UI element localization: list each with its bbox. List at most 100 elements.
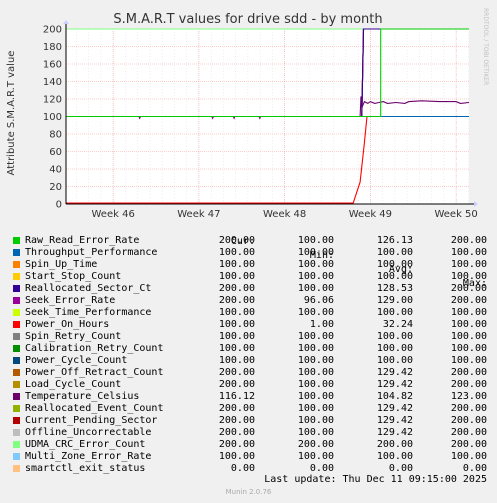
legend-cur: 0.00 bbox=[230, 463, 255, 474]
legend-swatch bbox=[13, 285, 20, 292]
legend-swatch bbox=[13, 273, 20, 280]
legend-cur: 100.00 bbox=[218, 343, 255, 354]
legend-cur: 100.00 bbox=[218, 451, 255, 462]
legend-avg: 129.00 bbox=[376, 295, 413, 306]
legend-max: 100.00 bbox=[450, 331, 487, 342]
legend-cur: 100.00 bbox=[218, 307, 255, 318]
legend-max: 100.00 bbox=[450, 451, 487, 462]
y-tick-label: 180 bbox=[43, 42, 62, 53]
legend-max: 200.00 bbox=[450, 379, 487, 390]
legend-series-name: Seek_Error_Rate bbox=[25, 295, 116, 306]
legend-swatch bbox=[13, 261, 20, 268]
y-tick-label: 140 bbox=[43, 77, 62, 88]
legend-series-name: Offline_Uncorrectable bbox=[25, 427, 152, 438]
legend-series-name: Calibration_Retry_Count bbox=[25, 343, 164, 354]
legend-swatch bbox=[13, 345, 20, 352]
y-tick-label: 60 bbox=[49, 147, 62, 158]
legend-swatch bbox=[13, 393, 20, 400]
y-tick-label: 20 bbox=[49, 182, 62, 193]
y-tick-label: 0 bbox=[56, 200, 62, 211]
legend-min: 100.00 bbox=[297, 283, 334, 294]
y-tick-label: 40 bbox=[49, 165, 62, 176]
legend-max: 100.00 bbox=[450, 307, 487, 318]
legend-max: 100.00 bbox=[450, 259, 487, 270]
legend-min: 100.00 bbox=[297, 247, 334, 258]
legend-cur: 100.00 bbox=[218, 247, 255, 258]
legend-min: 200.00 bbox=[297, 439, 334, 450]
legend-avg: 126.13 bbox=[376, 235, 413, 246]
legend-row: Temperature_Celsius 116.12 100.00 104.82 123… bbox=[12, 391, 488, 403]
legend-series-name: Raw_Read_Error_Rate bbox=[25, 235, 140, 246]
x-tick-label: Week 47 bbox=[177, 209, 220, 218]
legend-swatch bbox=[13, 309, 20, 316]
legend-swatch bbox=[13, 441, 20, 448]
legend-series-name: Multi_Zone_Error_Rate bbox=[25, 451, 152, 462]
legend-avg: 100.00 bbox=[376, 331, 413, 342]
legend-series-name: Spin_Up_Time bbox=[25, 259, 98, 270]
legend-avg: 100.00 bbox=[376, 271, 413, 282]
legend-row: UDMA_CRC_Error_Count 200.00 200.00 200.00 20… bbox=[12, 439, 488, 451]
legend-min: 1.00 bbox=[309, 319, 334, 330]
y-ticks: 0 20 40 60 80 100 120 140 160 180 200 bbox=[43, 25, 62, 211]
legend-swatch bbox=[13, 417, 20, 424]
y-tick-label: 160 bbox=[43, 60, 62, 71]
legend-row: Calibration_Retry_Count 100.00 100.00 100.0… bbox=[12, 343, 488, 355]
legend-min: 100.00 bbox=[297, 235, 334, 246]
footer: Munin 2.0.76 bbox=[225, 488, 272, 496]
legend-avg: 104.82 bbox=[376, 391, 413, 402]
legend-max: 200.00 bbox=[450, 403, 487, 414]
x-tick-label: Week 50 bbox=[434, 209, 477, 218]
legend-series-name: Current_Pending_Sector bbox=[25, 415, 158, 426]
legend-series-name: Reallocated_Sector_Ct bbox=[25, 283, 152, 294]
legend-cur: 200.00 bbox=[218, 235, 255, 246]
legend-row: Spin_Retry_Count 100.00 100.00 100.00 100.00 bbox=[12, 331, 488, 343]
legend-swatch bbox=[13, 405, 20, 412]
legend-cur: 200.00 bbox=[218, 415, 255, 426]
legend-swatch bbox=[13, 357, 20, 364]
legend-avg: 100.00 bbox=[376, 307, 413, 318]
legend-series-name: Seek_Time_Performance bbox=[25, 307, 152, 318]
legend-series-name: Load_Cycle_Count bbox=[25, 379, 122, 390]
y-axis-arrow bbox=[63, 20, 69, 24]
legend-row: Multi_Zone_Error_Rate 100.00 100.00 100.00 1… bbox=[12, 451, 488, 463]
legend-avg: 100.00 bbox=[376, 451, 413, 462]
legend-avg: 129.42 bbox=[376, 403, 413, 414]
legend-max: 200.00 bbox=[450, 283, 487, 294]
y-tick-label: 80 bbox=[49, 130, 62, 141]
legend-cur: 100.00 bbox=[218, 355, 255, 366]
legend-avg: 100.00 bbox=[376, 343, 413, 354]
legend-min: 100.00 bbox=[297, 307, 334, 318]
legend-series-name: Start_Stop_Count bbox=[25, 271, 122, 282]
legend-series-name: UDMA_CRC_Error_Count bbox=[25, 439, 146, 450]
legend-min: 100.00 bbox=[297, 415, 334, 426]
legend-cur: 200.00 bbox=[218, 295, 255, 306]
x-tick-label: Week 46 bbox=[92, 209, 135, 218]
legend-avg: 128.53 bbox=[376, 283, 413, 294]
legend-row: Reallocated_Sector_Ct 200.00 100.00 128.53 2… bbox=[12, 283, 488, 295]
legend-min: 100.00 bbox=[297, 331, 334, 342]
legend-cur: 200.00 bbox=[218, 403, 255, 414]
legend-avg: 100.00 bbox=[376, 355, 413, 366]
legend-min: 96.06 bbox=[303, 295, 334, 306]
legend-row: Offline_Uncorrectable 200.00 100.00 129.42 2… bbox=[12, 427, 488, 439]
legend-min: 100.00 bbox=[297, 403, 334, 414]
legend-min: 100.00 bbox=[297, 379, 334, 390]
legend-swatch bbox=[13, 321, 20, 328]
legend-row: Reallocated_Event_Count 200.00 100.00 129.4… bbox=[12, 403, 488, 415]
legend-avg: 100.00 bbox=[376, 259, 413, 270]
legend-avg: 129.42 bbox=[376, 427, 413, 438]
x-axis-arrow bbox=[474, 201, 478, 207]
legend-rows: Raw_Read_Error_Rate 200.00 100.00 126.13 200… bbox=[12, 235, 488, 475]
y-axis-label: Attribute S.M.A.R.T value bbox=[6, 51, 17, 176]
legend-swatch bbox=[13, 429, 20, 436]
legend-min: 100.00 bbox=[297, 271, 334, 282]
legend-cur: 100.00 bbox=[218, 259, 255, 270]
legend-max: 200.00 bbox=[450, 295, 487, 306]
legend-min: 100.00 bbox=[297, 343, 334, 354]
legend-swatch bbox=[13, 465, 20, 472]
legend-max: 100.00 bbox=[450, 271, 487, 282]
legend-cur: 200.00 bbox=[218, 367, 255, 378]
legend-avg: 100.00 bbox=[376, 247, 413, 258]
legend-row: Power_Cycle_Count 100.00 100.00 100.00 100.0… bbox=[12, 355, 488, 367]
legend-swatch bbox=[13, 333, 20, 340]
